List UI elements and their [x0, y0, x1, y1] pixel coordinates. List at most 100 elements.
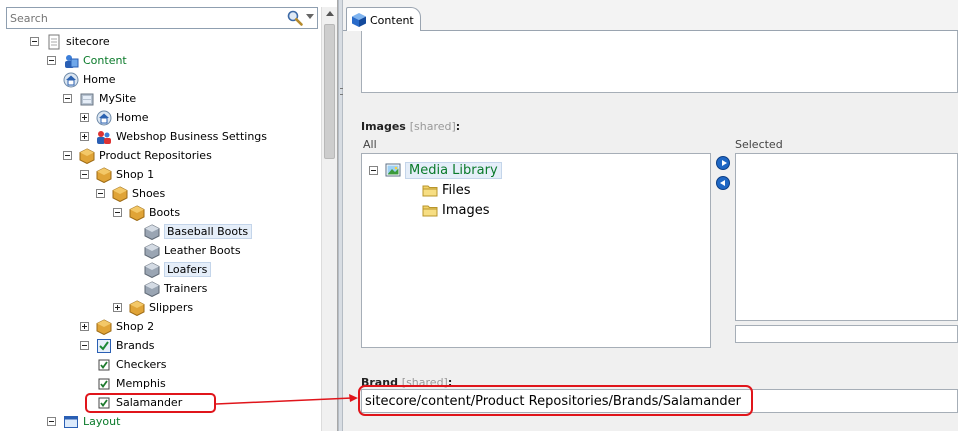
tree-node-sitecore[interactable]: sitecore: [30, 32, 110, 51]
folder-icon: [422, 185, 438, 197]
expand-toggle-icon[interactable]: [80, 132, 89, 141]
product-box-icon: [144, 242, 160, 259]
tree-node-checkers[interactable]: Checkers: [96, 355, 166, 374]
scroll-up-icon[interactable]: [326, 11, 334, 16]
tree-node-slippers[interactable]: Slippers: [113, 298, 193, 317]
collapse-toggle-icon[interactable]: [63, 151, 72, 160]
tree-node-shop-2[interactable]: Shop 2: [80, 317, 154, 336]
tree-node-label: Leather Boots: [164, 244, 241, 257]
content-editor: sitecore Content Home MySite Home Webshop Bus…: [0, 0, 958, 431]
tree-node-label: Webshop Business Settings: [116, 130, 268, 143]
tree-node-shop-1[interactable]: Shop 1: [80, 165, 154, 184]
tree-node-label: Checkers: [116, 358, 167, 371]
tree-node-label: Brands: [116, 339, 155, 352]
tree-node-label: Memphis: [116, 377, 166, 390]
editor-tab-bar: Content: [343, 0, 958, 32]
images-shared-text: [shared]: [409, 120, 456, 133]
settings-people-icon: [97, 130, 111, 144]
expand-toggle-icon[interactable]: [113, 303, 122, 312]
folder-icon: [422, 205, 438, 217]
layout-icon: [64, 415, 78, 428]
package-icon: [129, 299, 145, 316]
home-icon: [63, 72, 79, 87]
tree-node-label: Baseball Boots: [164, 224, 253, 239]
media-files-label: Files: [442, 182, 471, 198]
tree-node-leather-boots[interactable]: Leather Boots: [144, 241, 241, 260]
checkbox-icon: [98, 378, 110, 389]
product-box-icon: [144, 280, 160, 297]
media-images-label: Images: [442, 202, 490, 218]
cube-icon: [352, 13, 366, 27]
tree-node-mysite[interactable]: MySite: [63, 89, 136, 108]
collapse-toggle-icon[interactable]: [369, 165, 378, 175]
images-label-colon: :: [455, 120, 461, 133]
collapse-toggle-icon[interactable]: [96, 189, 105, 198]
scrollbar-thumb[interactable]: [324, 24, 335, 159]
remove-selected-button[interactable]: [716, 176, 730, 190]
magnifier-icon[interactable]: [286, 9, 304, 27]
selected-items-list[interactable]: [735, 153, 958, 321]
search-dropdown-icon[interactable]: [306, 14, 314, 19]
tree-node-label: Slippers: [149, 301, 194, 314]
checkbox-icon: [98, 359, 110, 370]
media-images-node[interactable]: Images: [422, 200, 490, 220]
media-library-node[interactable]: Media Library: [369, 160, 502, 180]
collapse-toggle-icon[interactable]: [63, 94, 72, 103]
collapse-toggle-icon[interactable]: [113, 208, 122, 217]
site-icon: [80, 93, 94, 105]
tree-node-loafers[interactable]: Loafers: [144, 260, 212, 279]
previous-field-box[interactable]: [361, 31, 958, 93]
selected-column-label: Selected: [735, 138, 783, 151]
tree-scrollbar[interactable]: [321, 7, 337, 431]
expand-toggle-icon[interactable]: [80, 322, 89, 331]
tree-node-trainers[interactable]: Trainers: [144, 279, 207, 298]
tree-node-product-repositories[interactable]: Product Repositories: [63, 146, 212, 165]
field-editor-area: Images [shared]: All Selected Media Libr…: [343, 31, 958, 431]
collapse-toggle-icon[interactable]: [30, 37, 39, 46]
tree-node-content[interactable]: Content: [47, 51, 127, 70]
collapse-toggle-icon[interactable]: [47, 56, 56, 65]
tree-node-label: Layout: [83, 415, 121, 428]
tree-node-webshop-business-settings[interactable]: Webshop Business Settings: [80, 127, 267, 146]
tree-node-baseball-boots[interactable]: Baseball Boots: [144, 222, 253, 241]
tree-node-home[interactable]: Home: [63, 70, 115, 89]
collapse-toggle-icon[interactable]: [80, 341, 89, 350]
product-box-icon: [144, 223, 160, 240]
arrow-right-icon: [722, 160, 727, 166]
tree-node-home[interactable]: Home: [80, 108, 148, 127]
package-icon: [129, 204, 145, 221]
media-files-node[interactable]: Files: [422, 180, 471, 200]
tab-content-label: Content: [370, 13, 414, 27]
document-icon: [48, 34, 60, 49]
search-box[interactable]: [6, 7, 318, 29]
selected-item-details-field[interactable]: [735, 325, 958, 343]
expand-toggle-icon[interactable]: [80, 113, 89, 122]
brand-value-highlight: [358, 385, 753, 416]
collapse-toggle-icon[interactable]: [80, 170, 89, 179]
all-items-list[interactable]: [361, 153, 711, 348]
tree-node-boots[interactable]: Boots: [113, 203, 180, 222]
tree-node-shoes[interactable]: Shoes: [96, 184, 165, 203]
tab-content[interactable]: Content: [346, 7, 421, 32]
tree-node-label: Home: [116, 111, 149, 124]
all-column-label: All: [363, 138, 377, 151]
package-icon: [96, 318, 112, 335]
collapse-toggle-icon[interactable]: [47, 417, 56, 426]
tree-node-brands[interactable]: Brands: [80, 336, 155, 355]
home-icon: [96, 110, 112, 125]
tree-node-label: Content: [83, 54, 127, 67]
add-selected-button[interactable]: [716, 156, 730, 170]
tree-node-label: sitecore: [66, 35, 110, 48]
tree-node-label: Product Repositories: [99, 149, 212, 162]
content-tree-panel: sitecore Content Home MySite Home Webshop Bus…: [0, 0, 338, 431]
package-icon: [112, 185, 128, 202]
tree-node-layout[interactable]: Layout: [47, 412, 120, 431]
tree-node-label: Shop 2: [116, 320, 155, 333]
search-input[interactable]: [10, 10, 280, 26]
package-icon: [79, 147, 95, 164]
content-icon: [65, 54, 79, 68]
tree-node-label: Boots: [149, 206, 181, 219]
images-field-label: Images [shared]:: [361, 120, 460, 133]
tree-node-memphis[interactable]: Memphis: [96, 374, 166, 393]
arrow-left-icon: [720, 180, 725, 186]
